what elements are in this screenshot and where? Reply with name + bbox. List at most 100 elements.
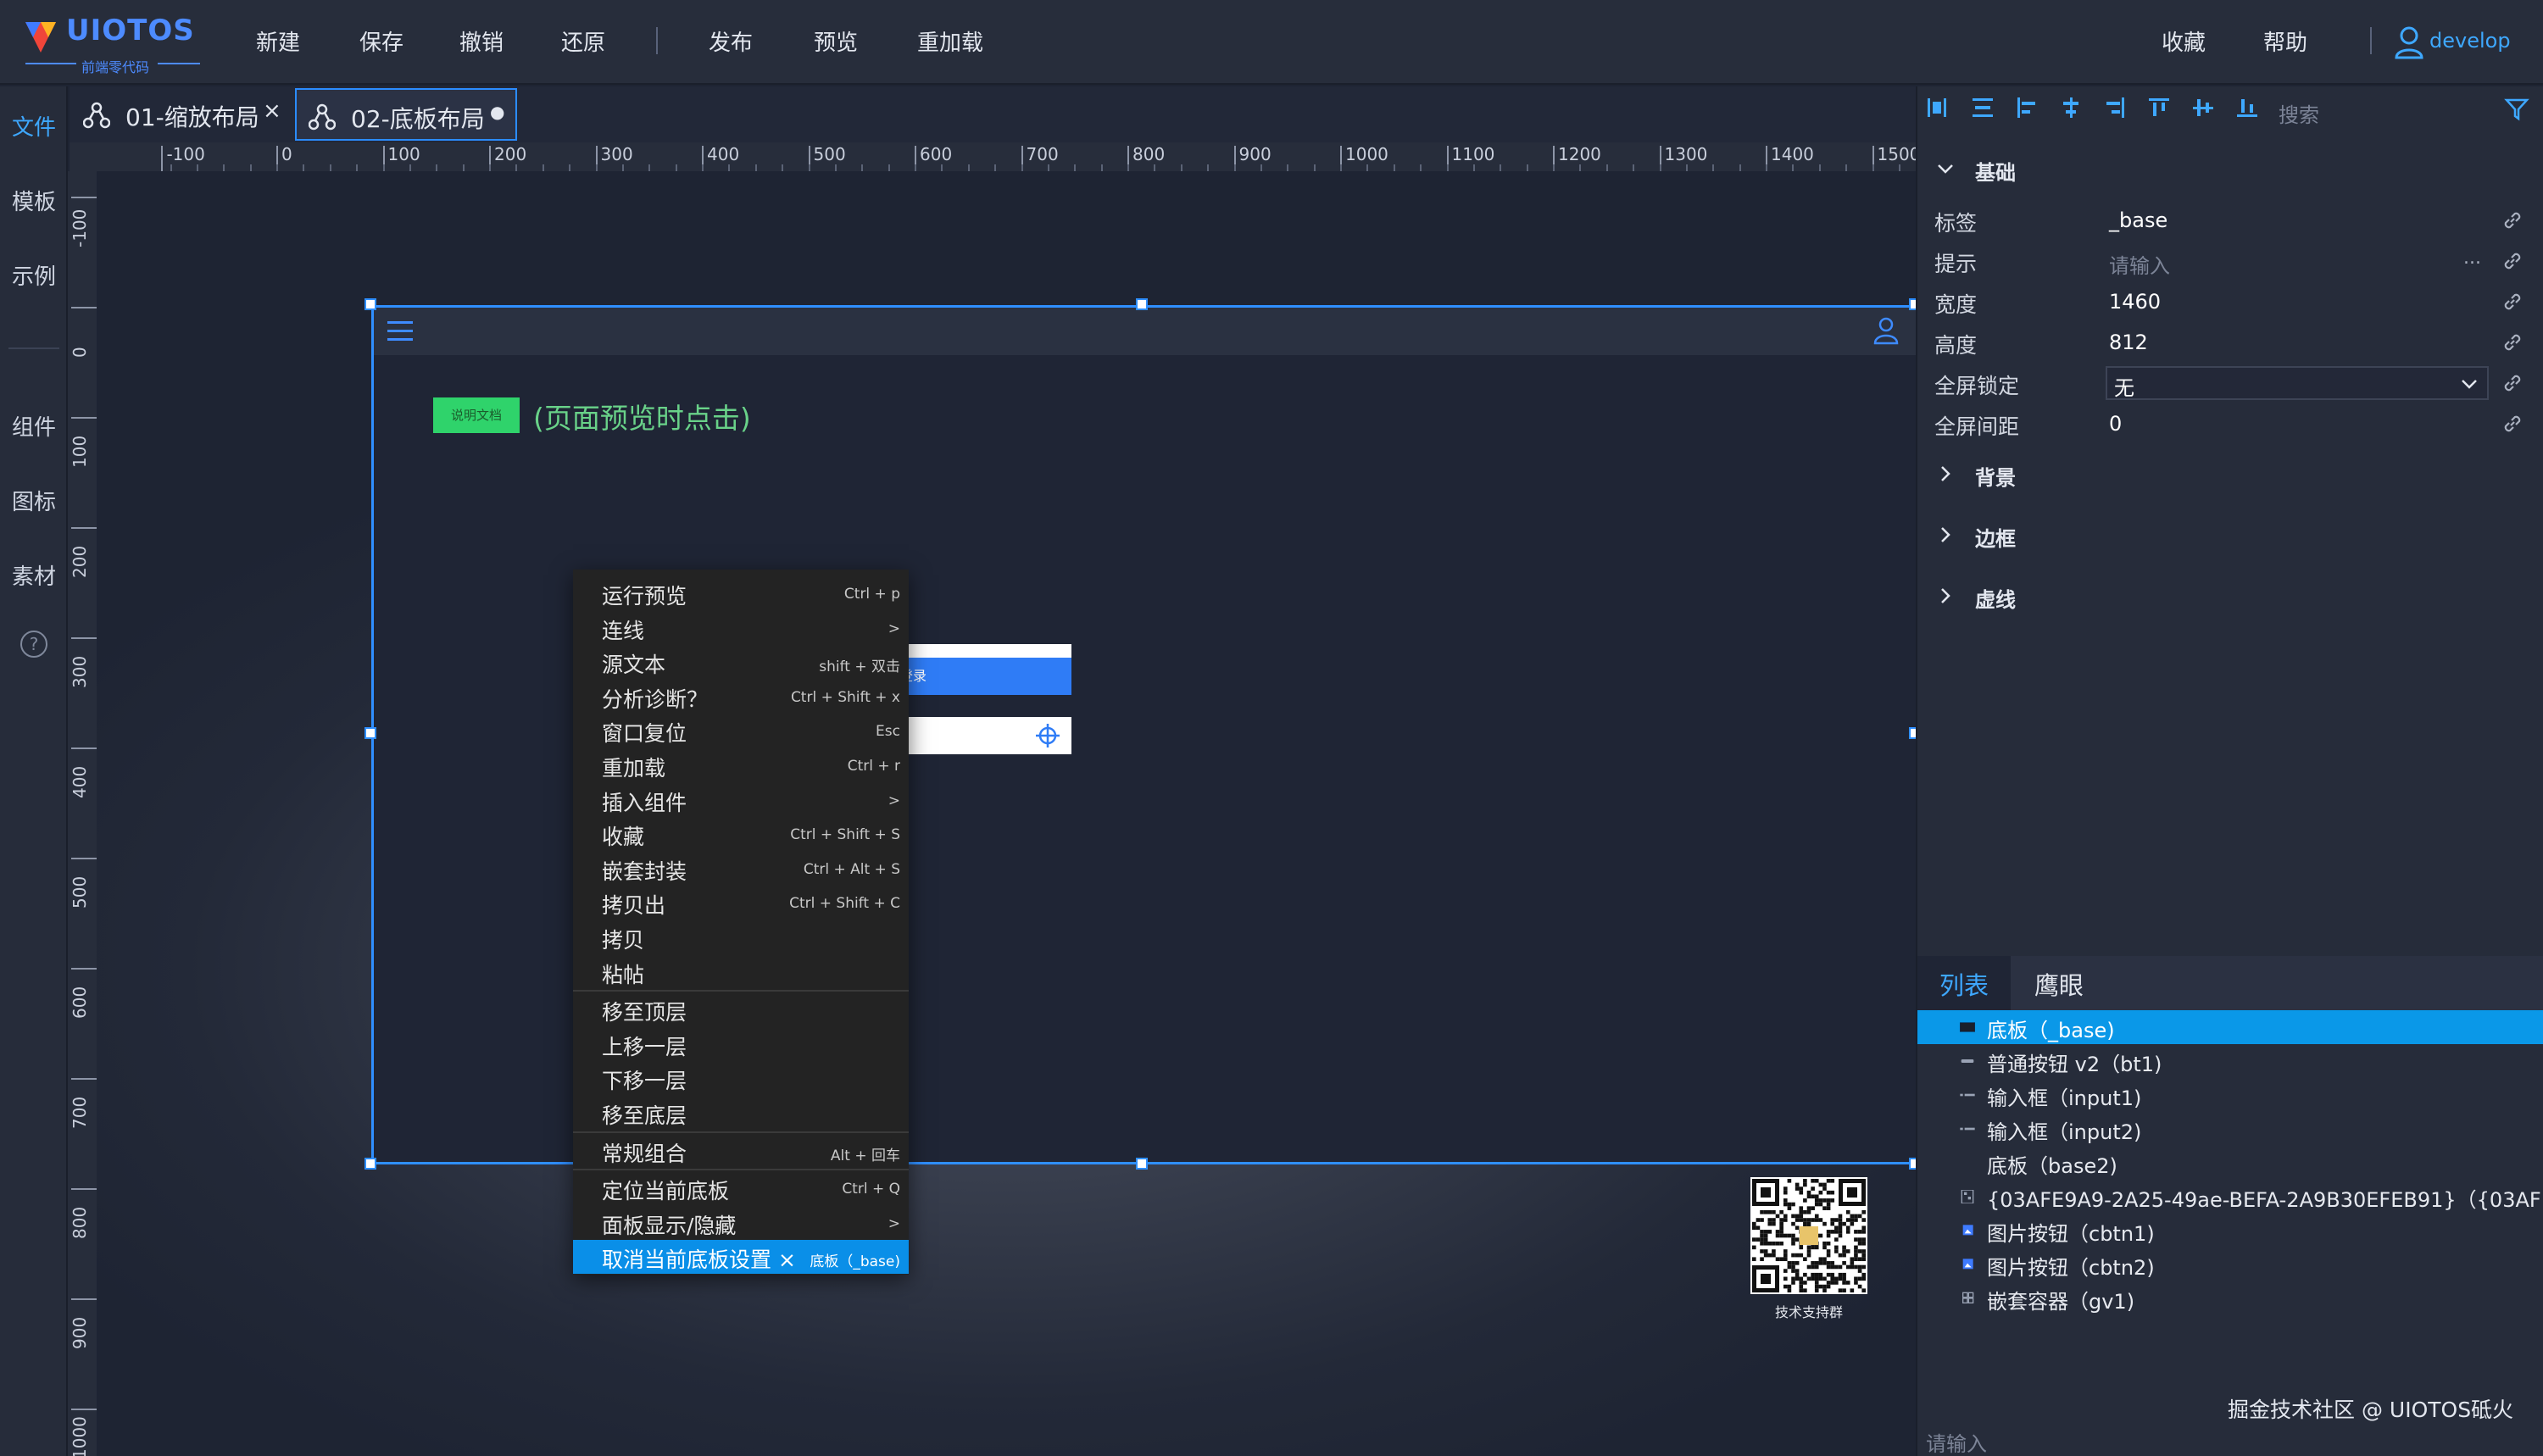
context-menu-item[interactable]: 粘帖 (573, 955, 909, 989)
link-icon[interactable] (2501, 208, 2524, 232)
tab-board-layout[interactable]: 02-底板布局 ● (295, 88, 517, 141)
prop-value-width[interactable]: 1460 (2109, 290, 2161, 314)
hamburger-icon[interactable] (387, 320, 413, 343)
rail-item-component[interactable]: 组件 (0, 410, 68, 442)
tab-eagle-eye[interactable]: 鹰眼 (2034, 966, 2084, 1002)
link-icon[interactable] (2501, 249, 2524, 273)
prop-value-tag[interactable]: _base (2109, 208, 2167, 232)
distribute-v-icon[interactable] (1970, 95, 1995, 120)
ruler-minor-tick (1739, 164, 1741, 171)
menu-favorites[interactable]: 收藏 (2162, 25, 2206, 57)
align-bottom-icon[interactable] (2234, 95, 2260, 120)
context-menu-item[interactable]: 拷贝出 Ctrl + Shift + C (573, 886, 909, 920)
menu-undo[interactable]: 撤销 (459, 25, 504, 57)
tab-list[interactable]: 列表 (1917, 956, 2011, 1010)
context-menu-item[interactable]: 重加载 Ctrl + r (573, 748, 909, 782)
section-dashed[interactable]: 虚线 (1936, 583, 2190, 612)
context-menu-item[interactable]: 移至顶层 (573, 992, 909, 1026)
context-menu-item[interactable]: 常规组合 Alt + 回车 (573, 1134, 909, 1168)
ruler-minor-tick (1074, 164, 1077, 171)
context-menu-label: 粘帖 (602, 962, 645, 987)
prop-value-hint[interactable]: 请输入 (2109, 249, 2170, 279)
rail-item-example[interactable]: 示例 (0, 259, 68, 291)
context-menu-label: 拷贝 (602, 928, 645, 953)
user-icon[interactable] (2394, 25, 2424, 59)
tab-zoom-layout[interactable]: 01-缩放布局 × (71, 88, 287, 141)
align-hcenter-icon[interactable] (1924, 95, 1950, 120)
fullscreen-lock-select[interactable]: 无 (2106, 366, 2489, 400)
context-menu-item[interactable]: 运行预览 Ctrl + p (573, 576, 909, 610)
menu-restore[interactable]: 还原 (561, 25, 605, 57)
context-menu-item[interactable]: 定位当前底板 Ctrl + Q (573, 1171, 909, 1205)
tree-item[interactable]: 输入框（input1) (1917, 1078, 2543, 1112)
context-menu-item[interactable]: 收藏 Ctrl + Shift + S (573, 817, 909, 851)
resize-handle[interactable] (1136, 1158, 1148, 1170)
bottom-command-input[interactable]: 请输入 (1926, 1427, 1987, 1456)
link-icon[interactable] (2501, 290, 2524, 314)
rail-item-material[interactable]: 素材 (0, 559, 68, 591)
resize-handle[interactable] (1909, 298, 1916, 310)
context-menu-item[interactable]: 插入组件 > (573, 783, 909, 817)
context-menu-item[interactable]: 面板显示/隐藏 > (573, 1206, 909, 1240)
tree-item-label: 嵌套容器（gv1) (1987, 1290, 2135, 1314)
tree-item[interactable]: 底板（base2) (1917, 1146, 2543, 1180)
context-menu-shortcut: Ctrl + Alt + S (803, 860, 900, 878)
context-menu-item[interactable]: 连线 > (573, 611, 909, 645)
align-top-icon[interactable] (2146, 95, 2172, 120)
context-menu-item[interactable]: 拷贝 (573, 920, 909, 954)
section-background[interactable]: 背景 (1936, 461, 2190, 490)
filter-icon[interactable] (2504, 97, 2529, 122)
tree-item[interactable]: 图片按钮（cbtn1) (1917, 1214, 2543, 1248)
user-name[interactable]: develop (2429, 29, 2511, 53)
ruler-minor-tick (702, 164, 704, 171)
tree-item[interactable]: 底板（_base) (1917, 1010, 2543, 1044)
context-menu-item[interactable]: 移至底层 (573, 1096, 909, 1130)
tree-item[interactable]: {03AFE9A9-2A25-49ae-BEFA-2A9B30EFEB91}（{… (1917, 1180, 2543, 1214)
align-left-icon[interactable] (2014, 95, 2039, 120)
menu-save[interactable]: 保存 (359, 25, 403, 57)
link-icon[interactable] (2501, 412, 2524, 436)
context-menu-item[interactable]: 分析诊断？ Ctrl + Shift + x (573, 680, 909, 714)
section-border[interactable]: 边框 (1936, 522, 2190, 551)
menu-help[interactable]: 帮助 (2263, 25, 2307, 57)
rail-item-icon[interactable]: 图标 (0, 485, 68, 516)
resize-handle[interactable] (1909, 1158, 1916, 1170)
design-canvas[interactable]: 说明文档 (页面预览时点击) 技术支持群 请输入 请输入 登录 (97, 171, 1916, 1456)
question-icon[interactable]: ? (19, 629, 49, 659)
property-search-input[interactable]: 搜索 (2279, 98, 2319, 128)
align-center-icon[interactable] (2058, 95, 2084, 120)
tree-item[interactable]: 嵌套容器（gv1) (1917, 1281, 2543, 1315)
menu-preview[interactable]: 预览 (814, 25, 858, 57)
rail-item-template[interactable]: 模板 (0, 185, 68, 216)
doc-button[interactable]: 说明文档 (433, 397, 520, 433)
section-basic[interactable]: 基础 (1936, 156, 2190, 185)
link-icon[interactable] (2501, 331, 2524, 354)
menu-new[interactable]: 新建 (256, 25, 300, 57)
context-menu-item[interactable]: 取消当前底板设置 × 底板（_base) (573, 1240, 909, 1275)
tree-item[interactable]: 普通按钮 v2（bt1) (1917, 1044, 2543, 1078)
resize-handle[interactable] (364, 1158, 376, 1170)
menu-publish[interactable]: 发布 (709, 25, 753, 57)
resize-handle[interactable] (1909, 727, 1916, 739)
prop-value-height[interactable]: 812 (2109, 331, 2148, 354)
hint-more-icon[interactable]: ... (2463, 247, 2481, 269)
chevron-down-icon (2462, 380, 2477, 389)
align-middle-icon[interactable] (2190, 95, 2216, 120)
resize-handle[interactable] (1136, 298, 1148, 310)
context-menu-item[interactable]: 下移一层 (573, 1061, 909, 1095)
context-menu-item[interactable]: 窗口复位 Esc (573, 714, 909, 747)
menu-reload[interactable]: 重加载 (917, 25, 983, 57)
tab-close-icon[interactable]: × (263, 98, 281, 124)
prop-value-fs-gap[interactable]: 0 (2109, 412, 2122, 436)
context-menu-item[interactable]: 嵌套封装 Ctrl + Alt + S (573, 852, 909, 886)
context-menu-item[interactable]: 上移一层 (573, 1027, 909, 1061)
align-right-icon[interactable] (2102, 95, 2128, 120)
context-menu-item[interactable]: 源文本 shift + 双击 (573, 645, 909, 679)
tree-item[interactable]: 输入框（input2) (1917, 1112, 2543, 1146)
user-icon[interactable] (1872, 316, 1900, 345)
resize-handle[interactable] (364, 727, 376, 739)
resize-handle[interactable] (364, 298, 376, 310)
rail-item-file[interactable]: 文件 (0, 110, 68, 142)
tree-item[interactable]: 图片按钮（cbtn2) (1917, 1248, 2543, 1281)
link-icon[interactable] (2501, 371, 2524, 395)
